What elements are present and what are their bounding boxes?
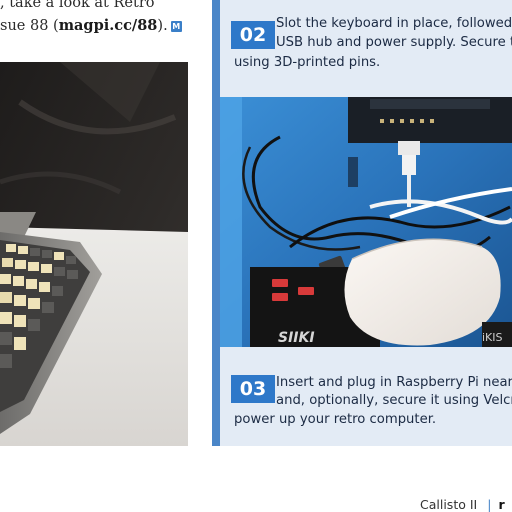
page-footer: Callisto II | r [420, 497, 505, 512]
article-line-2: sue 88 (magpi.cc/88). M [0, 16, 182, 36]
magpi-link[interactable]: magpi.cc/88 [59, 17, 158, 34]
hub-brand-label-2: iKIS [482, 331, 503, 344]
step-03-line-2: and, optionally, secure it using Velcro [276, 393, 512, 408]
step-03-badge: 03 [231, 375, 275, 403]
end-mark-icon: M [170, 21, 182, 32]
step-03-line-1: Insert and plug in Raspberry Pi near t [276, 375, 512, 390]
footer-title: Callisto II [420, 497, 478, 512]
hub-brand-label: SIIKI [278, 330, 315, 346]
step-02-line-1: Slot the keyboard in place, followed [276, 16, 512, 31]
article-line-2-prefix: sue 88 ( [0, 18, 59, 34]
panel-accent-bar [212, 0, 220, 446]
footer-separator: | [487, 497, 492, 512]
case-interior-illustration: SIIKI iKIS [220, 97, 512, 347]
case-interior-photo: SIIKI iKIS [220, 97, 512, 347]
footer-next: r [498, 497, 505, 512]
keyboard-photo [0, 62, 188, 446]
article-line-1: , take a look at Retro [0, 0, 155, 11]
step-02-line-2: USB hub and power supply. Secure t [276, 35, 512, 50]
article-line-2-suffix: ). [157, 18, 168, 34]
step-03-line-3: power up your retro computer. [234, 412, 437, 427]
step-02-badge: 02 [231, 21, 275, 49]
keyboard-photo-illustration [0, 62, 188, 446]
step-02-line-3: using 3D-printed pins. [234, 55, 381, 70]
